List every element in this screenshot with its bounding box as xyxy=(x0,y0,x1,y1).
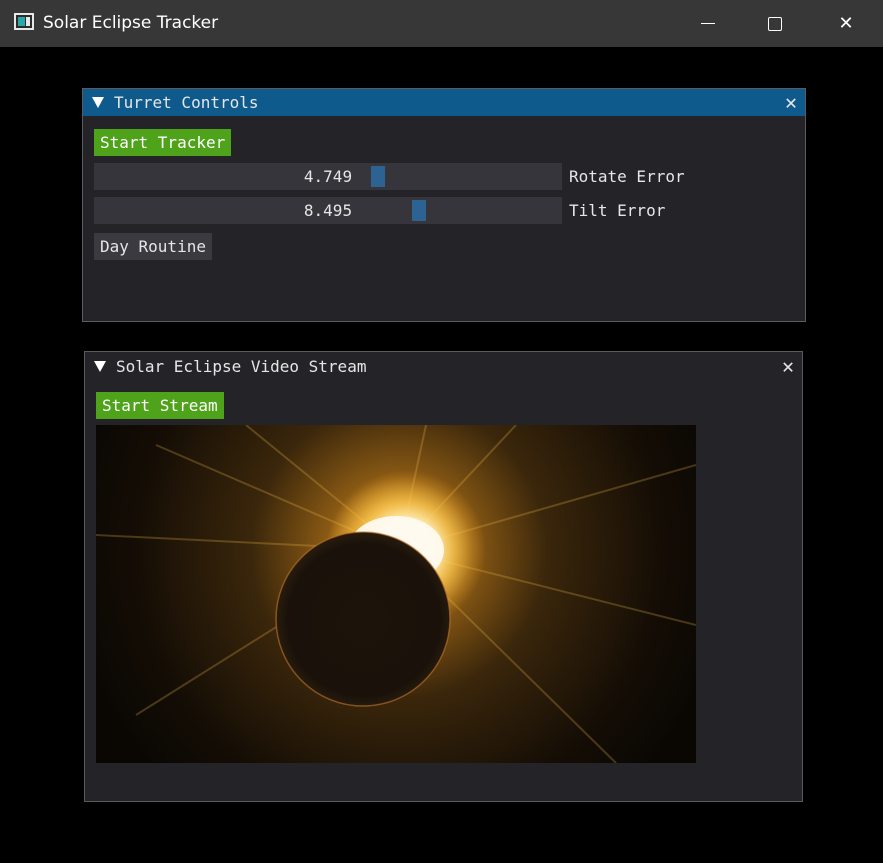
tilt-error-slider[interactable]: 8.495 xyxy=(94,197,562,224)
tilt-error-label: Tilt Error xyxy=(569,201,666,220)
start-tracker-button[interactable]: Start Tracker xyxy=(94,129,232,156)
minimize-button[interactable] xyxy=(673,0,743,47)
video-stream-panel: Solar Eclipse Video Stream ✕ Start Strea… xyxy=(84,351,803,802)
collapse-arrow-icon[interactable] xyxy=(94,361,106,372)
video-stream-title: Solar Eclipse Video Stream xyxy=(116,357,367,376)
tilt-error-value: 8.495 xyxy=(303,201,353,220)
app-icon xyxy=(14,13,34,30)
start-stream-button[interactable]: Start Stream xyxy=(96,392,224,419)
rotate-error-value: 4.749 xyxy=(303,167,353,186)
turret-controls-titlebar[interactable]: Turret Controls ✕ xyxy=(83,89,805,116)
close-button[interactable]: ✕ xyxy=(811,0,881,47)
maximize-icon xyxy=(768,16,782,31)
window-title: Solar Eclipse Tracker xyxy=(43,13,219,33)
minimize-icon xyxy=(701,23,715,24)
close-icon[interactable]: ✕ xyxy=(785,90,797,114)
eclipse-image xyxy=(96,425,696,763)
rotate-error-slider[interactable]: 4.749 xyxy=(94,163,562,190)
window-titlebar[interactable]: Solar Eclipse Tracker ✕ xyxy=(0,0,883,47)
maximize-button[interactable] xyxy=(740,0,810,47)
eclipse-video-frame xyxy=(96,425,696,763)
video-stream-titlebar[interactable]: Solar Eclipse Video Stream ✕ xyxy=(85,352,802,382)
close-icon[interactable]: ✕ xyxy=(782,354,794,378)
rotate-error-label: Rotate Error xyxy=(569,167,685,186)
turret-controls-panel: Turret Controls ✕ Start Tracker 4.749 Ro… xyxy=(82,88,806,322)
collapse-arrow-icon[interactable] xyxy=(92,97,104,108)
day-routine-button[interactable]: Day Routine xyxy=(94,233,212,260)
turret-controls-title: Turret Controls xyxy=(114,93,259,112)
moon-disc xyxy=(275,531,451,707)
close-icon: ✕ xyxy=(838,13,854,34)
